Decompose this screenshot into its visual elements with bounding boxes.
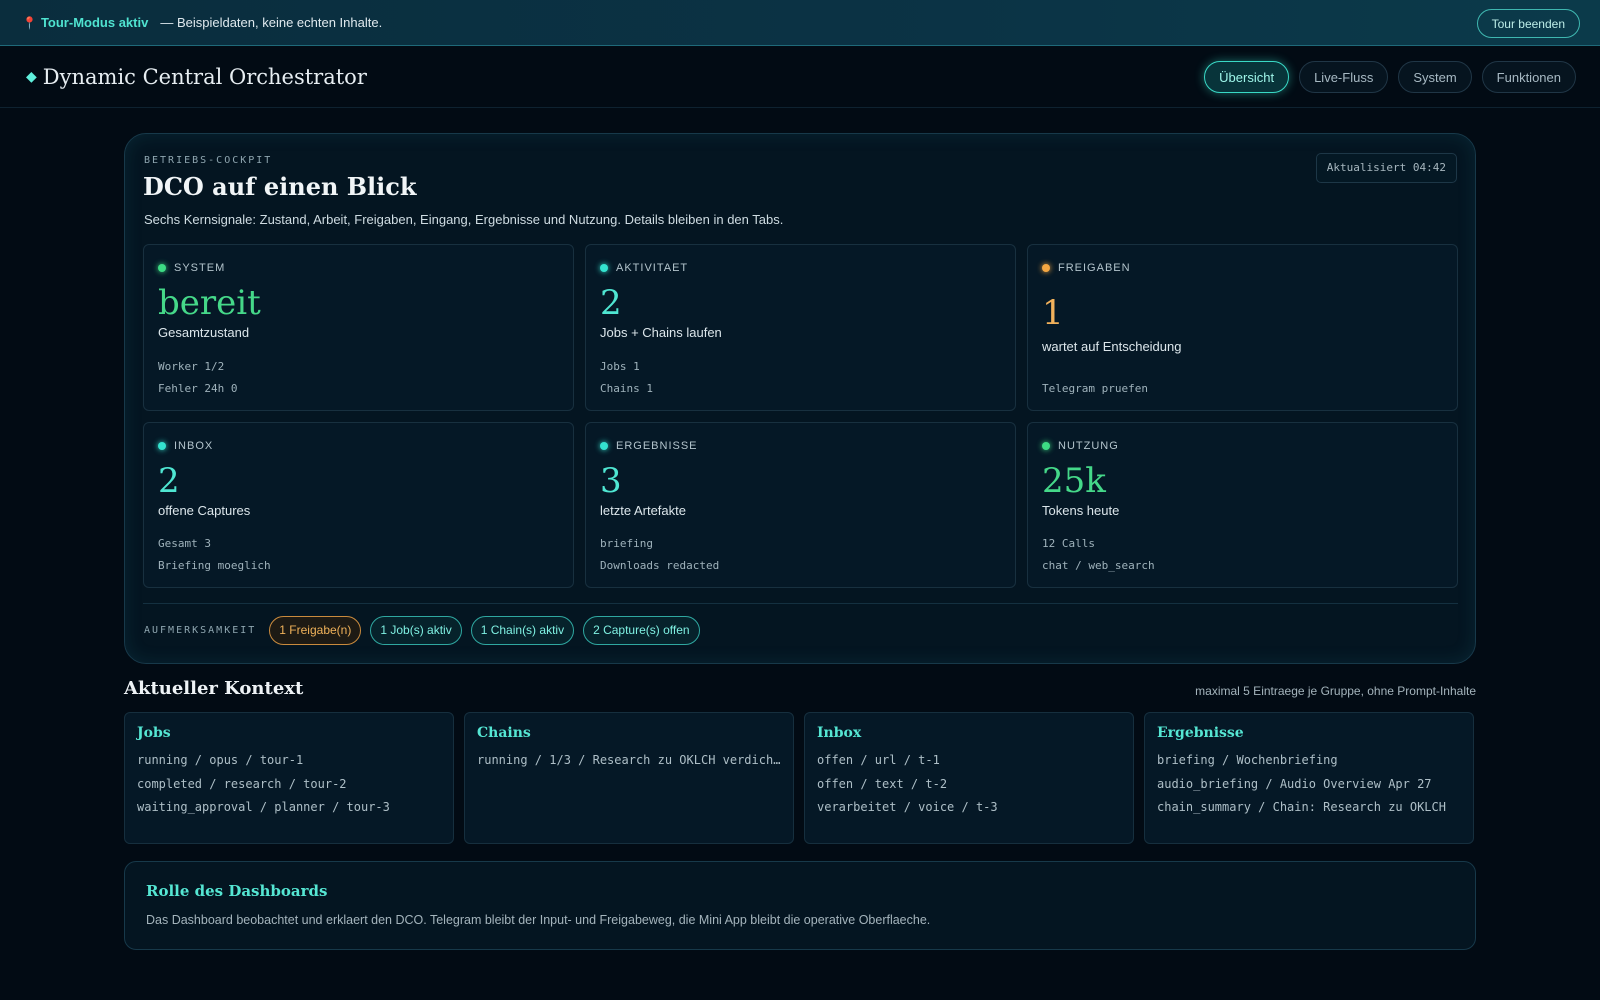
updated-badge: Aktualisiert 04:42 xyxy=(1315,153,1457,183)
context-grid: Jobs running / opus / tour-1 completed /… xyxy=(124,712,1476,844)
card-label: ERGEBNISSE xyxy=(616,440,698,452)
attention-row: AUFMERKSAMKEIT 1 Freigabe(n) 1 Job(s) ak… xyxy=(144,616,700,645)
card-meta: 12 Calls xyxy=(1042,537,1095,550)
card-meta: Gesamt 3 xyxy=(158,537,211,550)
main-nav: Übersicht Live-Fluss System Funktionen xyxy=(1204,61,1576,93)
card-meta: Briefing moeglich xyxy=(158,559,271,572)
signal-card-ergebnisse[interactable]: ERGEBNISSE 3 letzte Artefakte briefing D… xyxy=(585,422,1016,588)
context-card-chains: Chains running / 1/3 / Research zu OKLCH… xyxy=(464,712,794,844)
card-value: bereit xyxy=(158,283,261,323)
signal-cards: SYSTEM bereit Gesamtzustand Worker 1/2 F… xyxy=(143,244,1458,589)
context-card-inbox: Inbox offen / url / t-1 offen / text / t… xyxy=(804,712,1134,844)
card-caption: Jobs + Chains laufen xyxy=(600,325,722,340)
list-item[interactable]: offen / url / t-1 xyxy=(817,749,1121,773)
attention-label: AUFMERKSAMKEIT xyxy=(144,625,257,636)
signal-card-nutzung[interactable]: NUTZUNG 25k Tokens heute 12 Calls chat /… xyxy=(1027,422,1458,588)
list-item[interactable]: running / opus / tour-1 xyxy=(137,749,441,773)
card-value: 3 xyxy=(600,461,622,501)
tab-uebersicht[interactable]: Übersicht xyxy=(1204,61,1290,93)
cockpit-title: DCO auf einen Blick xyxy=(143,172,417,201)
list-item[interactable]: audio_briefing / Audio Overview Apr 27 xyxy=(1157,773,1461,797)
cockpit-subtitle: Sechs Kernsignale: Zustand, Arbeit, Frei… xyxy=(144,212,784,227)
context-card-title: Jobs xyxy=(137,725,171,741)
status-dot xyxy=(158,264,166,272)
role-text: Das Dashboard beobachtet und erklaert de… xyxy=(146,913,931,927)
status-dot xyxy=(600,442,608,450)
card-value: 2 xyxy=(600,283,622,323)
card-value: 1 xyxy=(1042,293,1064,333)
tour-end-button[interactable]: Tour beenden xyxy=(1476,9,1580,38)
list-item[interactable]: waiting_approval / planner / tour-3 xyxy=(137,796,441,820)
tour-banner: 📍 Tour-Modus aktiv — Beispieldaten, kein… xyxy=(0,0,1600,46)
tour-title: Tour-Modus aktiv xyxy=(40,15,149,30)
context-card-title: Ergebnisse xyxy=(1157,725,1244,741)
status-dot xyxy=(1042,264,1050,272)
signal-card-aktivitaet[interactable]: AKTIVITAET 2 Jobs + Chains laufen Jobs 1… xyxy=(585,244,1016,411)
card-meta: briefing xyxy=(600,537,653,550)
list-item[interactable]: chain_summary / Chain: Research zu OKLCH xyxy=(1157,796,1461,820)
card-meta: Downloads redacted xyxy=(600,559,720,572)
tour-description: — Beispieldaten, keine echten Inhalte. xyxy=(160,15,383,30)
signal-card-inbox[interactable]: INBOX 2 offene Captures Gesamt 3 Briefin… xyxy=(143,422,574,588)
context-card-ergebnisse: Ergebnisse briefing / Wochenbriefing aud… xyxy=(1144,712,1474,844)
context-card-jobs: Jobs running / opus / tour-1 completed /… xyxy=(124,712,454,844)
role-panel: Rolle des Dashboards Das Dashboard beoba… xyxy=(124,861,1476,950)
card-label: NUTZUNG xyxy=(1058,440,1119,452)
status-dot xyxy=(158,442,166,450)
status-dot xyxy=(600,264,608,272)
card-meta: chat / web_search xyxy=(1042,559,1155,572)
card-meta: Telegram pruefen xyxy=(1042,382,1148,395)
list-item[interactable]: completed / research / tour-2 xyxy=(137,773,441,797)
app-header: ◆ Dynamic Central Orchestrator Übersicht… xyxy=(0,46,1600,108)
divider xyxy=(143,603,1458,604)
chip-captures-offen[interactable]: 2 Capture(s) offen xyxy=(583,616,700,645)
card-label: INBOX xyxy=(174,440,214,452)
card-caption: offene Captures xyxy=(158,503,251,518)
cockpit-panel: BETRIEBS-COCKPIT DCO auf einen Blick Sec… xyxy=(124,133,1476,664)
card-caption: Tokens heute xyxy=(1042,503,1120,518)
card-caption: Gesamtzustand xyxy=(158,325,250,340)
chip-chains-aktiv[interactable]: 1 Chain(s) aktiv xyxy=(470,616,575,645)
card-label: SYSTEM xyxy=(174,262,226,274)
tab-funktionen[interactable]: Funktionen xyxy=(1481,61,1576,93)
card-label: AKTIVITAET xyxy=(616,262,689,274)
tab-live-fluss[interactable]: Live-Fluss xyxy=(1299,61,1389,93)
card-value: 2 xyxy=(158,461,180,501)
pin-icon: 📍 xyxy=(22,15,37,30)
status-dot xyxy=(1042,442,1050,450)
app-title: Dynamic Central Orchestrator xyxy=(42,64,367,89)
context-title: Aktueller Kontext xyxy=(124,678,304,699)
list-item[interactable]: verarbeitet / voice / t-3 xyxy=(817,796,1121,820)
card-caption: letzte Artefakte xyxy=(600,503,686,518)
card-meta: Chains 1 xyxy=(600,382,653,395)
list-item[interactable]: briefing / Wochenbriefing xyxy=(1157,749,1461,773)
card-meta: Worker 1/2 xyxy=(158,360,225,373)
card-meta: Fehler 24h 0 xyxy=(158,382,238,395)
role-title: Rolle des Dashboards xyxy=(146,882,328,900)
diamond-icon: ◆ xyxy=(26,68,37,84)
card-value: 25k xyxy=(1042,461,1106,501)
signal-card-system[interactable]: SYSTEM bereit Gesamtzustand Worker 1/2 F… xyxy=(143,244,574,411)
context-card-title: Chains xyxy=(477,725,531,741)
context-note: maximal 5 Eintraege je Gruppe, ohne Prom… xyxy=(1195,684,1476,698)
chip-jobs-aktiv[interactable]: 1 Job(s) aktiv xyxy=(370,616,462,645)
context-card-title: Inbox xyxy=(817,725,862,741)
tab-system[interactable]: System xyxy=(1398,61,1472,93)
card-meta: Jobs 1 xyxy=(600,360,640,373)
card-label: FREIGABEN xyxy=(1058,262,1131,274)
signal-card-freigaben[interactable]: FREIGABEN 1 wartet auf Entscheidung Tele… xyxy=(1027,244,1458,411)
list-item[interactable]: running / 1/3 / Research zu OKLCH verdic… xyxy=(477,749,781,773)
cockpit-eyebrow: BETRIEBS-COCKPIT xyxy=(144,155,273,166)
card-caption: wartet auf Entscheidung xyxy=(1042,339,1182,354)
chip-freigaben[interactable]: 1 Freigabe(n) xyxy=(269,616,362,645)
list-item[interactable]: offen / text / t-2 xyxy=(817,773,1121,797)
